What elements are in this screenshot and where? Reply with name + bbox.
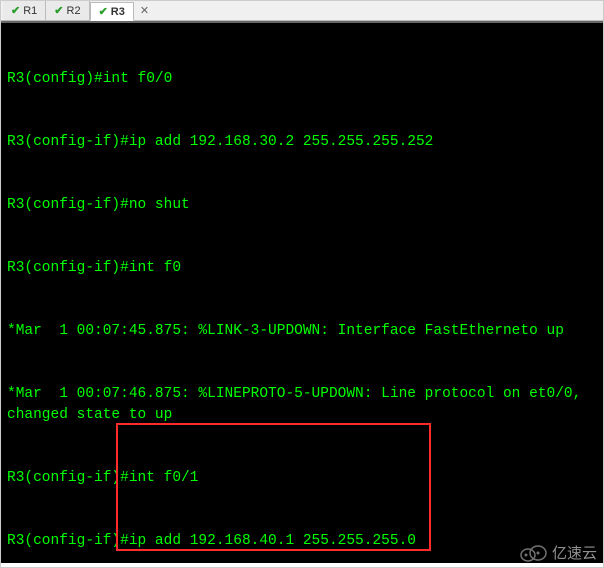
tab-label: R3 — [111, 6, 125, 18]
terminal-line: R3(config-if)#int f0/1 — [7, 468, 597, 489]
check-icon: ✔ — [11, 4, 20, 17]
terminal-line: *Mar 1 00:07:45.875: %LINK-3-UPDOWN: Int… — [7, 321, 597, 342]
tab-label: R1 — [23, 5, 37, 17]
terminal-line: R3(config-if)#no shut — [7, 195, 597, 216]
terminal-line: R3(config-if)#ip add 192.168.30.2 255.25… — [7, 132, 597, 153]
watermark-text: 亿速云 — [552, 542, 597, 563]
tab-r1[interactable]: ✔ R1 — [3, 1, 46, 20]
tab-r3[interactable]: ✔ R3 — [90, 2, 134, 21]
terminal-line: *Mar 1 00:07:46.875: %LINEPROTO-5-UPDOWN… — [7, 384, 597, 426]
check-icon: ✔ — [99, 5, 108, 18]
watermark: 亿速云 — [518, 542, 597, 563]
check-icon: ✔ — [54, 4, 63, 17]
tab-bar: ✔ R1 ✔ R2 ✔ R3 ✕ — [1, 1, 603, 21]
cloud-icon — [518, 544, 548, 562]
terminal-output[interactable]: R3(config)#int f0/0 R3(config-if)#ip add… — [1, 21, 603, 563]
tab-r2[interactable]: ✔ R2 — [46, 1, 89, 20]
terminal-line: R3(config-if)#ip add 192.168.40.1 255.25… — [7, 531, 597, 552]
tab-label: R2 — [67, 5, 81, 17]
terminal-line: R3(config)#int f0/0 — [7, 69, 597, 90]
close-tab-icon[interactable]: ✕ — [136, 4, 153, 17]
terminal-line: R3(config-if)#int f0 — [7, 258, 597, 279]
